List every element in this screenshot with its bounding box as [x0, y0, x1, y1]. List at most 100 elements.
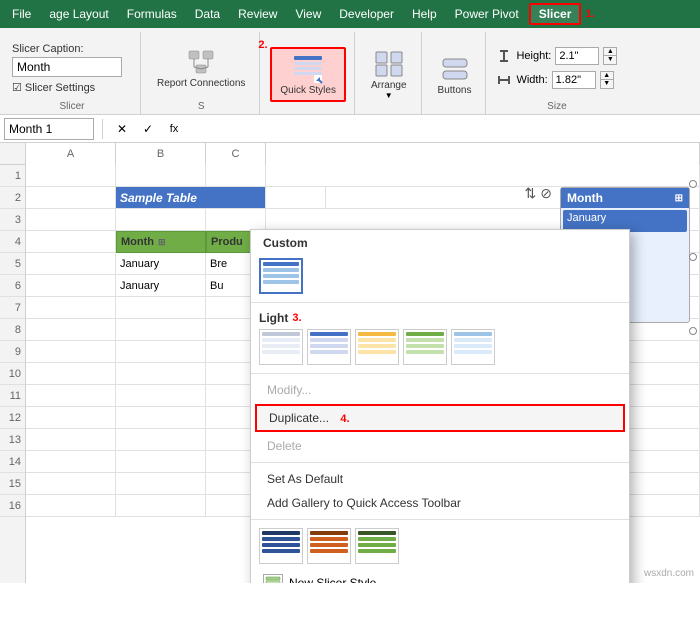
dark-style-3[interactable]	[355, 528, 399, 564]
arrange-button[interactable]: Arrange ▼	[365, 44, 413, 104]
step4-label: 4.	[340, 413, 349, 425]
name-box[interactable]	[4, 118, 94, 140]
cell-b4-month[interactable]: Month ⊞	[116, 231, 206, 253]
cell-a7[interactable]	[26, 297, 116, 319]
arrange-label: Arrange	[371, 80, 407, 91]
cell-a15[interactable]	[26, 473, 116, 495]
report-connections-button[interactable]: Report Connections	[151, 42, 251, 93]
confirm-formula-button[interactable]: ✓	[137, 118, 159, 140]
cell-rest1[interactable]	[266, 165, 700, 187]
col-headers-row: A B C	[0, 143, 700, 165]
cell-b15[interactable]	[116, 473, 206, 495]
cell-b11[interactable]	[116, 385, 206, 407]
cell-a2[interactable]	[26, 187, 116, 209]
menu-view[interactable]: View	[287, 5, 329, 23]
set-default-menu-item[interactable]: Set As Default	[251, 467, 629, 491]
cell-b8[interactable]	[116, 319, 206, 341]
cell-a5[interactable]	[26, 253, 116, 275]
quick-styles-button[interactable]: Quick Styles 2.	[270, 47, 346, 102]
row-num-1: 1	[0, 165, 25, 187]
menu-review[interactable]: Review	[230, 5, 285, 23]
ribbon-group-slicer: Slicer Caption: ☑ Slicer Settings Slicer	[4, 32, 141, 114]
slicer-caption-area: Slicer Caption: ☑ Slicer Settings	[12, 41, 132, 94]
menu-slicer-tab[interactable]: Slicer	[529, 3, 582, 25]
height-input[interactable]	[555, 47, 599, 65]
height-spinner-down[interactable]: ▼	[604, 56, 616, 64]
arrange-group-content: Arrange ▼	[365, 34, 413, 114]
light-style-4[interactable]	[403, 329, 447, 365]
slicer-settings-button[interactable]: ☑ Slicer Settings	[12, 81, 132, 94]
cell-b13[interactable]	[116, 429, 206, 451]
light-style-3[interactable]	[355, 329, 399, 365]
cell-b3[interactable]	[116, 209, 206, 231]
cell-a12[interactable]	[26, 407, 116, 429]
slicer-handle-br[interactable]	[689, 327, 697, 335]
cell-a14[interactable]	[26, 451, 116, 473]
cell-b12[interactable]	[116, 407, 206, 429]
height-spinner-up[interactable]: ▲	[604, 48, 616, 57]
delete-menu-item: Delete	[251, 434, 629, 458]
cell-a1[interactable]	[26, 165, 116, 187]
slicer-handle-mr[interactable]	[689, 253, 697, 261]
cell-a13[interactable]	[26, 429, 116, 451]
cell-b9[interactable]	[116, 341, 206, 363]
height-spinner[interactable]: ▲ ▼	[603, 47, 617, 65]
cell-c2[interactable]	[266, 187, 326, 209]
slicer-filter-icon[interactable]: ⊞	[675, 193, 683, 204]
cell-c1[interactable]	[206, 165, 266, 187]
width-spinner-down[interactable]: ▼	[601, 80, 613, 88]
col-header-a[interactable]: A	[26, 143, 116, 165]
col-header-c[interactable]: C	[206, 143, 266, 165]
duplicate-menu-item[interactable]: Duplicate... 4.	[255, 404, 625, 432]
insert-function-button[interactable]: fx	[163, 118, 185, 140]
cell-a4[interactable]	[26, 231, 116, 253]
step1-label: 1.	[585, 8, 594, 20]
width-spinner[interactable]: ▲ ▼	[600, 71, 614, 89]
row-numbers: 1 2 3 4 5 6 7 8 9 10 11 12 13 14 15 16	[0, 165, 26, 583]
new-slicer-style-item[interactable]: New Slicer Style...	[251, 568, 629, 583]
cell-a3[interactable]	[26, 209, 116, 231]
light-style-1[interactable]	[259, 329, 303, 365]
slicer-handle-tr[interactable]	[689, 180, 697, 188]
light-style-5[interactable]	[451, 329, 495, 365]
custom-style-item-1[interactable]	[259, 258, 303, 294]
menu-page-layout[interactable]: age Layout	[41, 5, 116, 23]
cell-b16[interactable]	[116, 495, 206, 517]
cell-a6[interactable]	[26, 275, 116, 297]
cancel-formula-button[interactable]: ✕	[111, 118, 133, 140]
new-slicer-icon	[263, 574, 283, 583]
menu-formulas[interactable]: Formulas	[119, 5, 185, 23]
slicer-caption-input[interactable]	[12, 57, 122, 77]
cell-b1[interactable]	[116, 165, 206, 187]
cell-a10[interactable]	[26, 363, 116, 385]
menu-developer[interactable]: Developer	[331, 5, 402, 23]
width-spinner-up[interactable]: ▲	[601, 72, 613, 81]
sort-icon[interactable]: ⇅	[525, 185, 537, 202]
cell-a9[interactable]	[26, 341, 116, 363]
menu-power-pivot[interactable]: Power Pivot	[447, 5, 527, 23]
col-header-b[interactable]: B	[116, 143, 206, 165]
light-style-2[interactable]	[307, 329, 351, 365]
cell-b10[interactable]	[116, 363, 206, 385]
cell-b2-sample-table[interactable]: Sample Table	[116, 187, 266, 209]
cell-b5-jan[interactable]: January	[116, 253, 206, 275]
cell-a16[interactable]	[26, 495, 116, 517]
menu-help[interactable]: Help	[404, 5, 445, 23]
separator-3	[251, 462, 629, 463]
add-gallery-menu-item[interactable]: Add Gallery to Quick Access Toolbar	[251, 491, 629, 515]
cell-a11[interactable]	[26, 385, 116, 407]
custom-section-label: Custom	[251, 230, 629, 254]
cell-b6-jan[interactable]: January	[116, 275, 206, 297]
width-input[interactable]	[552, 71, 596, 89]
dark-style-1[interactable]	[259, 528, 303, 564]
buttons-button[interactable]: Buttons	[432, 49, 478, 100]
menu-data[interactable]: Data	[187, 5, 228, 23]
dark-style-2[interactable]	[307, 528, 351, 564]
filter-remove-icon[interactable]: ⊘	[540, 185, 552, 202]
cell-b14[interactable]	[116, 451, 206, 473]
row-num-15: 15	[0, 473, 25, 495]
menu-file[interactable]: File	[4, 5, 39, 23]
cell-c3[interactable]	[206, 209, 266, 231]
cell-a8[interactable]	[26, 319, 116, 341]
cell-b7[interactable]	[116, 297, 206, 319]
